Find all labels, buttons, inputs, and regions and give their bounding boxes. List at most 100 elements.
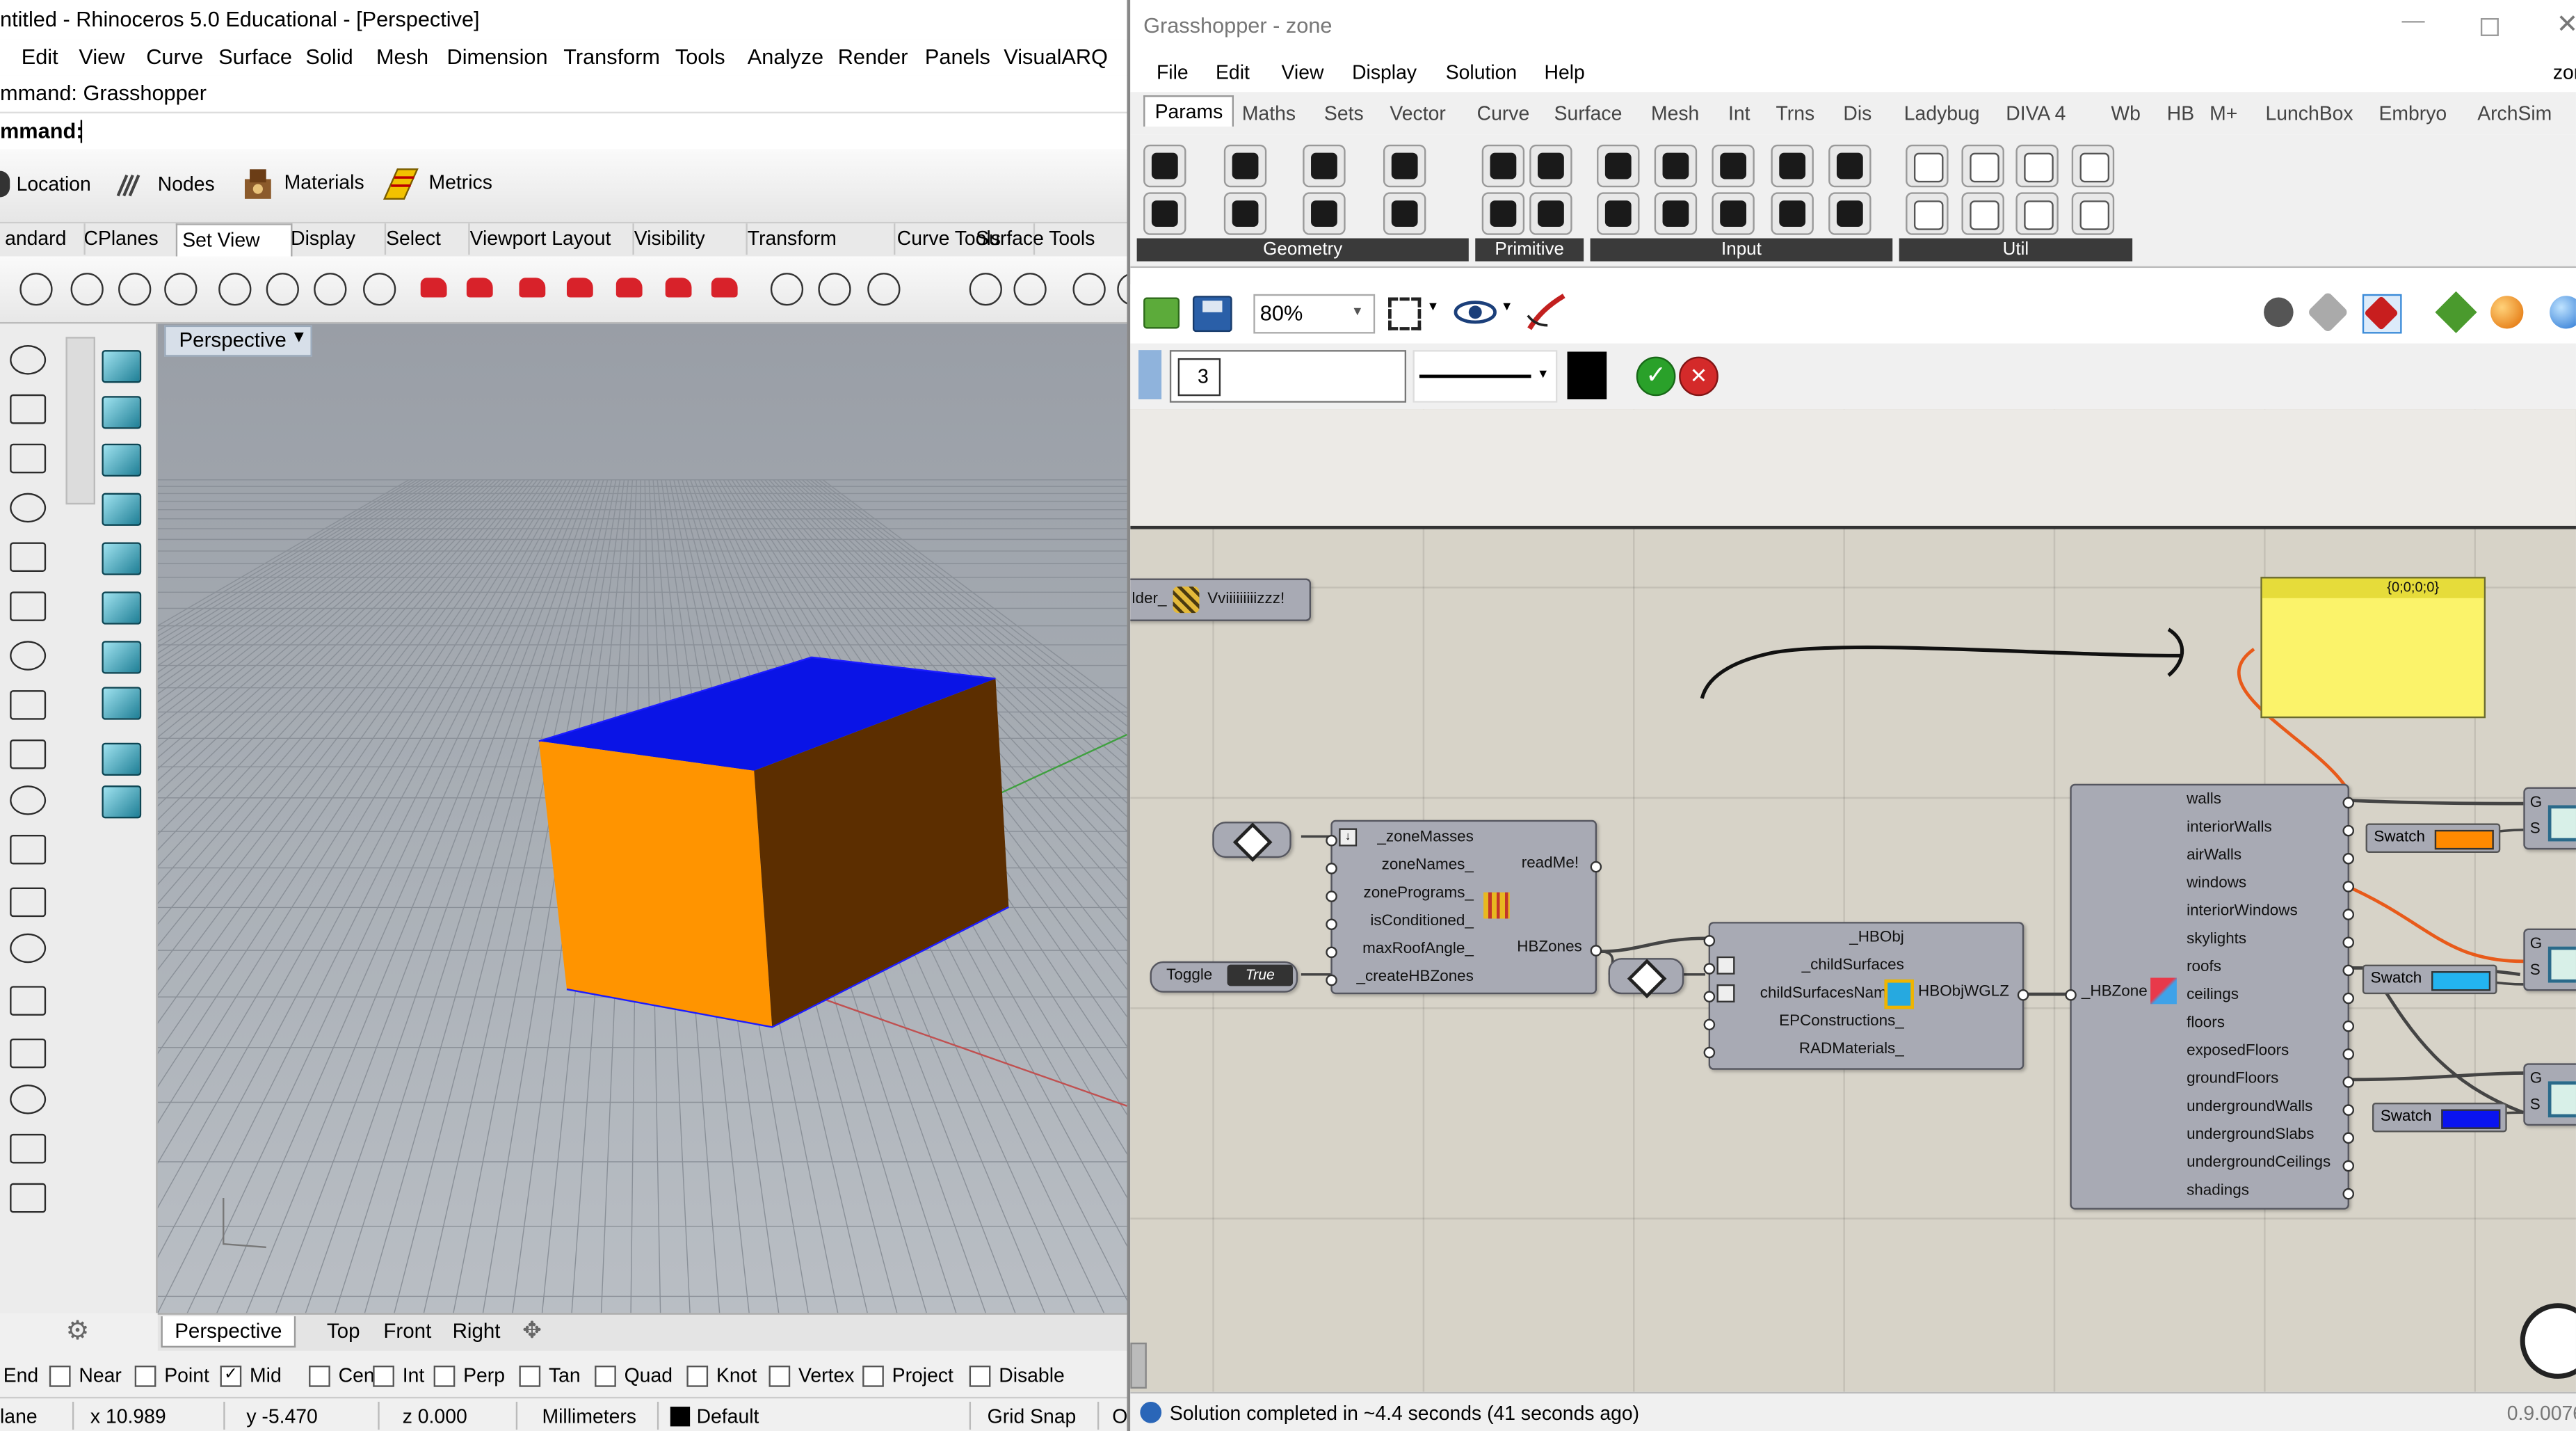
colour-swatch[interactable]: Swatch bbox=[2362, 964, 2497, 995]
gh-input-1-0-icon[interactable] bbox=[1597, 192, 1640, 235]
osnap-checkbox[interactable] bbox=[433, 1365, 456, 1387]
gh-input-1-2-icon[interactable] bbox=[1712, 192, 1755, 235]
preview-shaded-icon[interactable] bbox=[2307, 291, 2349, 333]
gh-input-0-1-icon[interactable] bbox=[1655, 144, 1698, 188]
left-tool-14-icon[interactable] bbox=[10, 1038, 47, 1069]
toggle-value[interactable]: True bbox=[1227, 964, 1294, 986]
gh-menu-solution[interactable]: Solution bbox=[1446, 61, 1517, 83]
output-param[interactable]: exposedFloors bbox=[2187, 1042, 2289, 1060]
gh-primitive-1-0-icon[interactable] bbox=[1481, 192, 1525, 235]
zoom-dynamic-icon[interactable] bbox=[70, 273, 104, 306]
osnap-checkbox[interactable] bbox=[134, 1365, 156, 1387]
tab-visibility[interactable]: Visibility bbox=[629, 223, 748, 255]
car-red-icon[interactable] bbox=[420, 278, 447, 298]
rhino-menu-curve[interactable]: Curve bbox=[146, 45, 203, 69]
custom-preview-2[interactable]: G S bbox=[2523, 928, 2576, 991]
viewport-tab-right[interactable]: Right bbox=[442, 1316, 510, 1346]
tab-andard[interactable]: andard bbox=[0, 223, 86, 255]
blue-sphere-icon[interactable] bbox=[2550, 296, 2576, 329]
rhino-menu-visualarq[interactable]: VisualARQ bbox=[1004, 45, 1108, 69]
status-layer[interactable]: Default bbox=[697, 1405, 759, 1428]
gh-geometry-1-0-icon[interactable] bbox=[1143, 192, 1186, 235]
osnap-checkbox[interactable] bbox=[595, 1365, 616, 1387]
gh-tab-diva-4[interactable]: DIVA 4 bbox=[2006, 102, 2066, 125]
input-param[interactable]: RADMaterials_ bbox=[1799, 1040, 1904, 1058]
gh-menu-edit[interactable]: Edit bbox=[1216, 61, 1250, 83]
solid-tool-2-icon[interactable] bbox=[102, 443, 142, 477]
preview-eye-icon[interactable] bbox=[1454, 296, 1497, 328]
left-tool-17-icon[interactable] bbox=[10, 1183, 47, 1213]
gh-menu-help[interactable]: Help bbox=[1544, 61, 1584, 83]
gh-input-0-2-icon[interactable] bbox=[1712, 144, 1755, 188]
metrics-button[interactable]: Metrics bbox=[381, 166, 513, 202]
output-param[interactable]: roofs bbox=[2187, 958, 2221, 976]
gh-tab-sets[interactable]: Sets bbox=[1324, 102, 1364, 125]
rhino-menu-transform[interactable]: Transform bbox=[563, 45, 660, 69]
camera-icon[interactable] bbox=[818, 273, 851, 306]
solid-tool-8-icon[interactable] bbox=[102, 742, 142, 776]
gh-tab-trns[interactable]: Trns bbox=[1776, 102, 1815, 125]
osnap-checkbox[interactable]: ✓ bbox=[220, 1365, 242, 1387]
gh-tab-m+[interactable]: M+ bbox=[2209, 102, 2237, 125]
gh-tab-lunchbox[interactable]: LunchBox bbox=[2265, 102, 2353, 125]
left-tool-8-icon[interactable] bbox=[10, 739, 47, 769]
geometry-param-2[interactable] bbox=[1608, 958, 1684, 999]
gh-util-1-1-icon[interactable] bbox=[1961, 192, 2004, 235]
gh-util-0-3-icon[interactable] bbox=[2070, 144, 2114, 188]
gh-tab-vector[interactable]: Vector bbox=[1390, 102, 1445, 125]
add-viewport-tab-icon[interactable]: ✥ bbox=[522, 1316, 542, 1344]
text-panel[interactable]: {0;0;0;0} bbox=[2260, 577, 2486, 719]
command-line[interactable]: mmand: bbox=[0, 111, 1127, 152]
rhino-menu-tools[interactable]: Tools bbox=[675, 45, 725, 69]
osnap-project[interactable]: Project bbox=[862, 1357, 977, 1393]
left-tool-3-icon[interactable] bbox=[10, 493, 47, 523]
zoom-1to1-icon[interactable] bbox=[363, 273, 396, 306]
perspective-viewport[interactable] bbox=[157, 323, 1127, 1313]
gh-tab-surface[interactable]: Surface bbox=[1554, 102, 1623, 125]
zoom-extents-icon[interactable] bbox=[118, 273, 152, 306]
left-tool-4-icon[interactable] bbox=[10, 542, 47, 573]
save-file-icon[interactable] bbox=[1192, 296, 1232, 333]
gh-tab-curve[interactable]: Curve bbox=[1477, 102, 1530, 125]
sketch-color-handle[interactable] bbox=[1138, 350, 1162, 400]
rhino-menu-dimension[interactable]: Dimension bbox=[447, 45, 548, 69]
ortho-toggle[interactable]: O bbox=[1112, 1405, 1127, 1428]
solid-tool-7-icon[interactable] bbox=[102, 687, 142, 720]
status-units[interactable]: Millimeters bbox=[542, 1405, 636, 1428]
custom-preview-3[interactable]: G S bbox=[2523, 1063, 2576, 1126]
gh-canvas[interactable]: lder_ Vviiiiiiiiizzz! {0;0;0;0} _zoneMas… bbox=[1130, 409, 2576, 1392]
tab-cplanes[interactable]: CPlanes bbox=[79, 223, 184, 255]
tab-display[interactable]: Display bbox=[286, 223, 387, 255]
rhino-menu-view[interactable]: View bbox=[79, 45, 124, 69]
gh-input-0-4-icon[interactable] bbox=[1828, 144, 1871, 188]
osnap-checkbox[interactable] bbox=[373, 1365, 394, 1387]
solid-tool-4-icon[interactable] bbox=[102, 542, 142, 575]
left-tool-7-icon[interactable] bbox=[10, 690, 47, 720]
car-red-6-icon[interactable] bbox=[665, 278, 692, 298]
gh-tab-dis[interactable]: Dis bbox=[1843, 102, 1871, 125]
preview-selected-button[interactable] bbox=[2362, 294, 2402, 334]
gh-panel-label[interactable]: Input bbox=[1590, 238, 1893, 262]
gh-geometry-1-1-icon[interactable] bbox=[1223, 192, 1266, 235]
input-param[interactable]: _createHBZones bbox=[1356, 968, 1473, 986]
osnap-checkbox[interactable] bbox=[686, 1365, 709, 1387]
light-icon[interactable] bbox=[969, 273, 1002, 306]
preview-wire-icon[interactable] bbox=[2264, 297, 2294, 328]
left-tool-13-icon[interactable] bbox=[10, 986, 47, 1016]
input-param[interactable]: childSurfacesName_ bbox=[1760, 984, 1904, 1002]
rhino-menu-mesh[interactable]: Mesh bbox=[376, 45, 428, 69]
pan-icon[interactable] bbox=[19, 273, 53, 306]
output-param[interactable]: windows bbox=[2187, 874, 2246, 893]
gh-util-0-0-icon[interactable] bbox=[1906, 144, 1949, 188]
rhino-menu-edit[interactable]: Edit bbox=[22, 45, 58, 69]
target-icon[interactable] bbox=[1072, 273, 1106, 306]
tab-transform[interactable]: Transform bbox=[743, 223, 896, 255]
viz-node[interactable]: lder_ Vviiiiiiiiizzz! bbox=[1130, 578, 1312, 621]
viewport-menu-chevron-icon[interactable]: ▼ bbox=[291, 328, 307, 346]
canvas-scrollbar[interactable] bbox=[1130, 1342, 1147, 1389]
gh-geometry-1-3-icon[interactable] bbox=[1382, 192, 1426, 235]
chevron-down-icon[interactable]: ▾ bbox=[1429, 298, 1437, 316]
output-param[interactable]: undergroundCeilings bbox=[2187, 1153, 2331, 1172]
solid-tool-1-icon[interactable] bbox=[102, 396, 142, 429]
zoom-selected-icon[interactable] bbox=[218, 273, 252, 306]
